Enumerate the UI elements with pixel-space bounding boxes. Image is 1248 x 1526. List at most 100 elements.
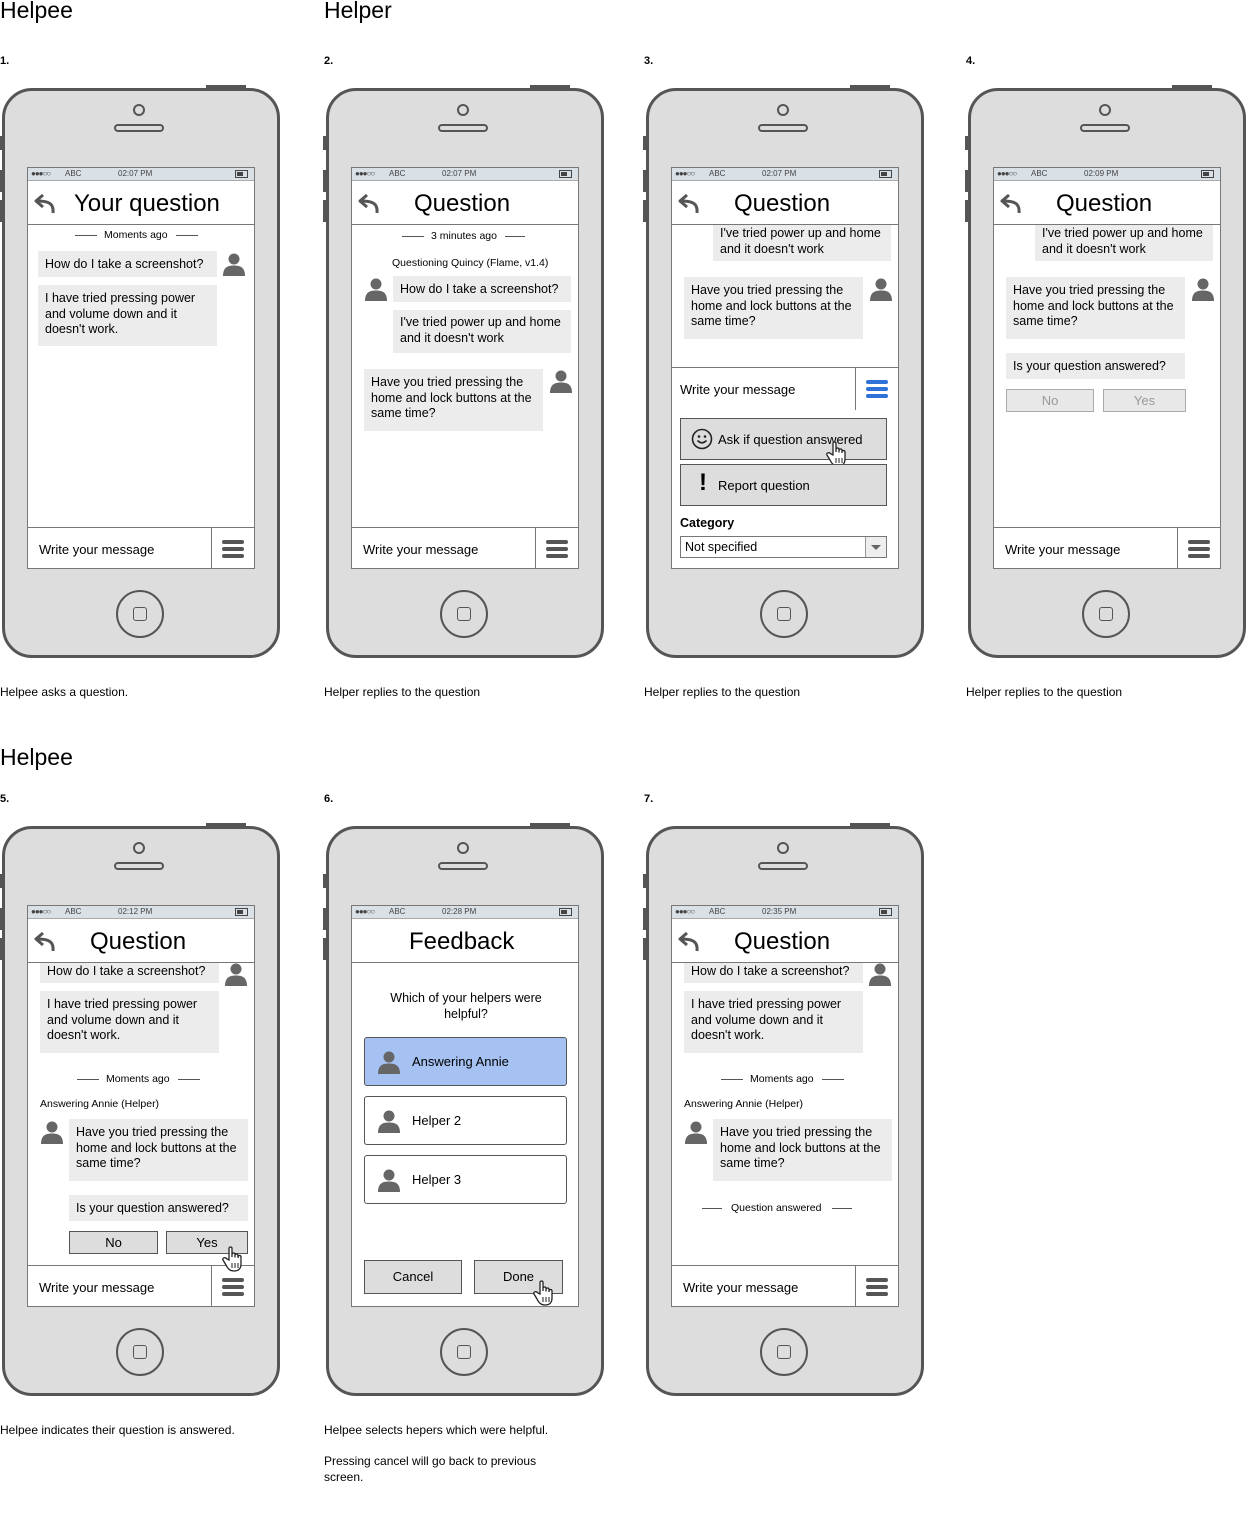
page-title: Question (90, 928, 187, 955)
reply-bubble: Have you tried pressing the home and loc… (713, 1119, 892, 1181)
phone-screen-7: ●●●○○ ABC 02:35 PM Question How do I take… (643, 823, 924, 1396)
hardware-button (643, 170, 646, 192)
menu-button[interactable] (1177, 528, 1220, 568)
menu-button[interactable] (535, 528, 578, 568)
helper-name: Answering Annie (Helper) (684, 1098, 804, 1110)
battery-icon (1201, 170, 1214, 178)
user-avatar-icon (222, 252, 246, 276)
battery-icon (235, 170, 248, 178)
report-question-button[interactable]: ! Report question (680, 464, 887, 506)
category-select[interactable]: Not specified (680, 536, 887, 558)
hardware-button (0, 908, 2, 930)
camera-icon (133, 842, 145, 854)
timestamp-divider: 3 minutes ago (431, 230, 497, 242)
menu-icon (865, 378, 889, 400)
no-button[interactable]: No (69, 1231, 158, 1254)
feedback-prompt: Which of your helpers were helpful? (390, 991, 542, 1021)
phone-screen-2: ●●●○○ ABC 02:07 PM Question 3 minutes ago… (323, 85, 604, 658)
back-arrow-icon[interactable] (1000, 192, 1024, 214)
caption: Pressing cancel will go back to previous… (324, 1454, 537, 1484)
message-input-bar[interactable]: Write your message (28, 527, 254, 568)
no-button: No (1006, 389, 1094, 412)
speaker-icon (114, 862, 164, 870)
step-number: 4. (966, 55, 976, 67)
step-number: 7. (644, 793, 654, 805)
status-bar: ●●●○○ ABC 02:09 PM (994, 168, 1220, 181)
caption: Helpee selects hepers which were helpful… (324, 1423, 549, 1437)
category-label: Category (680, 516, 735, 530)
message-bubble: How do I take a screenshot? (38, 251, 217, 277)
question-meta: Questioning Quincy (Flame, v1.4) (392, 257, 549, 269)
helper-option-selected[interactable]: Answering Annie (364, 1037, 567, 1086)
back-arrow-icon[interactable] (34, 930, 58, 952)
menu-button[interactable] (855, 1266, 898, 1306)
exclamation-icon: ! (699, 469, 707, 496)
message-input[interactable]: Write your message (683, 1280, 798, 1295)
status-time: 02:09 PM (1084, 169, 1119, 178)
user-avatar-icon (377, 1109, 401, 1133)
helper-name: Answering Annie (Helper) (40, 1098, 160, 1110)
status-bar: ●●●○○ ABC 02:35 PM (672, 906, 898, 919)
reply-bubble: Have you tried pressing the home and loc… (1006, 277, 1185, 339)
message-bubble: I've tried power up and home and it does… (1035, 225, 1213, 261)
message-input-bar[interactable]: Write your message (672, 1265, 898, 1306)
caption: Helper replies to the question (966, 685, 1123, 699)
status-bar: ●●●○○ ABC 02:12 PM (28, 906, 254, 919)
user-avatar-icon (869, 277, 893, 301)
answered-prompt: Is your question answered? (1006, 353, 1185, 379)
hardware-button (643, 200, 646, 222)
caption: Helper replies to the question (644, 685, 801, 699)
timestamp-divider: Moments ago (104, 229, 168, 241)
battery-icon (235, 908, 248, 916)
user-avatar-icon (1191, 277, 1215, 301)
status-bar: ●●●○○ ABC 02:07 PM (352, 168, 578, 181)
menu-icon (221, 1276, 245, 1298)
answered-prompt: Is your question answered? (69, 1195, 248, 1221)
hand-cursor-icon (532, 1279, 556, 1307)
helper-option[interactable]: Helper 3 (364, 1155, 567, 1204)
message-input[interactable]: Write your message (680, 382, 795, 397)
menu-icon (221, 538, 245, 560)
hand-cursor-icon (221, 1245, 245, 1273)
category-value: Not specified (685, 540, 758, 554)
status-time: 02:07 PM (442, 169, 477, 178)
cancel-button[interactable]: Cancel (364, 1260, 462, 1294)
camera-icon (133, 104, 145, 116)
page-title: Question (414, 190, 511, 217)
hardware-button (530, 823, 570, 826)
status-time: 02:07 PM (118, 169, 153, 178)
menu-button[interactable] (211, 528, 254, 568)
helper-option-name: Answering Annie (412, 1054, 509, 1069)
message-input-bar[interactable]: Write your message (352, 527, 578, 568)
dropdown-arrow-icon[interactable] (865, 537, 886, 557)
menu-button-active[interactable] (855, 368, 898, 410)
helper-option-name: Helper 2 (412, 1113, 462, 1128)
back-arrow-icon[interactable] (358, 192, 382, 214)
hardware-button (0, 136, 2, 150)
message-input[interactable]: Write your message (1005, 542, 1120, 557)
back-arrow-icon[interactable] (34, 192, 58, 214)
hardware-button (206, 85, 246, 88)
back-arrow-icon[interactable] (678, 930, 702, 952)
message-input-bar[interactable]: Write your message (672, 367, 898, 410)
helper-option[interactable]: Helper 2 (364, 1096, 567, 1145)
hardware-button (323, 136, 326, 150)
speaker-icon (438, 124, 488, 132)
speaker-icon (758, 862, 808, 870)
hardware-button (206, 823, 246, 826)
smiley-icon (691, 428, 713, 450)
status-bar: ●●●○○ ABC 02:28 PM (352, 906, 578, 919)
hardware-button (965, 136, 968, 150)
message-input[interactable]: Write your message (363, 542, 478, 557)
message-input[interactable]: Write your message (39, 1280, 154, 1295)
page-title: Your question (74, 190, 220, 217)
status-time: 02:12 PM (118, 907, 153, 916)
message-input[interactable]: Write your message (39, 542, 154, 557)
ask-answered-button[interactable]: Ask if question answered (680, 418, 887, 460)
status-time: 02:28 PM (442, 907, 477, 916)
menu-icon (545, 538, 569, 560)
message-input-bar[interactable]: Write your message (994, 527, 1220, 568)
user-avatar-icon (224, 962, 248, 986)
caption: Helpee asks a question. (0, 685, 129, 699)
back-arrow-icon[interactable] (678, 192, 702, 214)
